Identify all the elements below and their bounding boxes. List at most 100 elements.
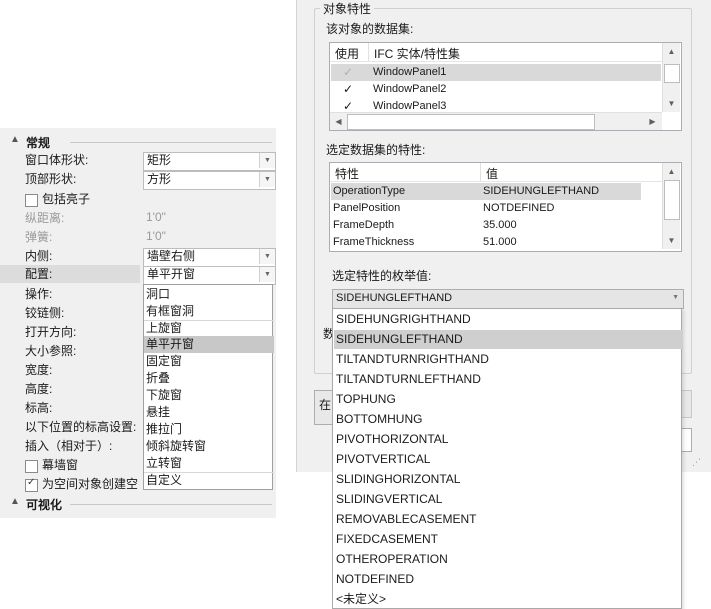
datasets-vertical-scrollbar[interactable]: ▲ ▼ bbox=[662, 43, 680, 112]
scroll-down-icon[interactable]: ▼ bbox=[663, 95, 680, 112]
enum-option[interactable]: BOTTOMHUNG bbox=[334, 410, 683, 429]
section-general-title: 常规 bbox=[26, 136, 51, 150]
enum-option[interactable]: NOTDEFINED bbox=[334, 570, 683, 589]
enum-option[interactable]: FIXEDCASEMENT bbox=[334, 530, 683, 549]
section-visibility[interactable]: ▲ 可视化 bbox=[0, 496, 276, 512]
enum-option[interactable]: <未定义> bbox=[334, 590, 683, 609]
property-row[interactable]: OperationType SIDEHUNGLEFTHAND bbox=[331, 183, 641, 200]
config-option[interactable]: 推拉门 bbox=[144, 421, 274, 438]
enum-value: SIDEHUNGLEFTHAND bbox=[336, 292, 453, 304]
scrollbar-thumb[interactable] bbox=[347, 114, 595, 130]
depth-label: 纵距离: bbox=[25, 211, 65, 225]
property-row[interactable]: FrameDepth 35.000 bbox=[331, 217, 641, 234]
scrollbar-thumb[interactable] bbox=[664, 64, 680, 83]
inside-value: 墙壁右侧 bbox=[147, 249, 196, 263]
spring-label: 弹簧: bbox=[25, 230, 53, 244]
enum-option[interactable]: SLIDINGVERTICAL bbox=[334, 490, 683, 509]
curtain-wall-checkbox[interactable] bbox=[25, 460, 38, 473]
column-header-use[interactable]: 使用 bbox=[335, 45, 359, 62]
properties-label: 选定数据集的特性: bbox=[326, 143, 426, 157]
config-option[interactable]: 洞口 bbox=[144, 286, 274, 303]
collapse-icon[interactable]: ▲ bbox=[10, 496, 20, 507]
config-option[interactable]: 有框窗洞 bbox=[144, 303, 274, 321]
dataset-row[interactable]: ✓ WindowPanel1 bbox=[331, 64, 661, 81]
inside-select[interactable]: 墙壁右侧 ▼ bbox=[143, 248, 276, 267]
datasets-header: 使用 IFC 实体/特性集 bbox=[330, 43, 662, 62]
partial-button-label: 在 bbox=[319, 398, 332, 412]
config-option[interactable]: 悬挂 bbox=[144, 404, 274, 421]
top-shape-select[interactable]: 方形 ▼ bbox=[143, 171, 276, 190]
create-space-label: 为空间对象创建空 bbox=[42, 477, 139, 491]
datasets-horizontal-scrollbar[interactable]: ◀ ▶ bbox=[330, 112, 662, 130]
config-dropdown-list[interactable]: 洞口 有框窗洞 上旋窗 单平开窗 固定窗 折叠 下旋窗 悬挂 推拉门 倾斜旋转窗… bbox=[143, 284, 274, 490]
config-option[interactable]: 立转窗 bbox=[144, 455, 274, 473]
window-shape-select[interactable]: 矩形 ▼ bbox=[143, 152, 276, 171]
spring-value: 1'0" bbox=[146, 229, 166, 243]
column-divider[interactable] bbox=[480, 163, 481, 181]
enum-dropdown-list[interactable]: SIDEHUNGRIGHTHAND SIDEHUNGLEFTHAND TILTA… bbox=[332, 308, 683, 609]
config-option[interactable]: 固定窗 bbox=[144, 353, 274, 370]
enum-option[interactable]: SLIDINGHORIZONTAL bbox=[334, 470, 683, 489]
config-option[interactable]: 上旋窗 bbox=[144, 320, 274, 337]
create-space-checkbox[interactable] bbox=[25, 477, 38, 492]
chevron-down-icon[interactable]: ▼ bbox=[259, 172, 275, 187]
enum-value-select[interactable]: SIDEHUNGLEFTHAND ▼ bbox=[332, 289, 684, 309]
config-option[interactable]: 倾斜旋转窗 bbox=[144, 438, 274, 455]
dataset-checkbox-checked[interactable]: ✓ bbox=[343, 64, 353, 81]
scroll-right-icon[interactable]: ▶ bbox=[644, 113, 661, 130]
properties-header: 特性 值 bbox=[330, 163, 662, 182]
datasets-label: 该对象的数据集: bbox=[326, 22, 414, 36]
properties-vertical-scrollbar[interactable]: ▲ ▼ bbox=[662, 163, 680, 249]
height-label: 高度: bbox=[25, 382, 53, 396]
window-shape-label: 窗口体形状: bbox=[25, 153, 89, 167]
dataset-name: WindowPanel2 bbox=[373, 83, 447, 95]
dataset-checkbox-checked[interactable]: ✓ bbox=[343, 81, 353, 98]
include-mullion-checkbox[interactable] bbox=[25, 194, 38, 207]
enum-option[interactable]: TOPHUNG bbox=[334, 390, 683, 409]
chevron-down-icon[interactable]: ▼ bbox=[259, 153, 275, 168]
scroll-left-icon[interactable]: ◀ bbox=[330, 113, 347, 130]
chevron-down-icon[interactable]: ▼ bbox=[259, 267, 275, 282]
column-divider[interactable] bbox=[368, 43, 369, 61]
property-name: PanelPosition bbox=[333, 202, 401, 214]
collapse-icon[interactable]: ▲ bbox=[10, 134, 20, 145]
config-option[interactable]: 下旋窗 bbox=[144, 387, 274, 404]
insert-relative-label: 插入（相对于）: bbox=[25, 439, 113, 453]
property-row[interactable]: FrameThickness 51.000 bbox=[331, 234, 641, 251]
property-row[interactable]: PanelPosition NOTDEFINED bbox=[331, 200, 641, 217]
enum-option[interactable]: REMOVABLECASEMENT bbox=[334, 510, 683, 529]
column-header-entity[interactable]: IFC 实体/特性集 bbox=[374, 45, 460, 62]
properties-list[interactable]: 特性 值 OperationType SIDEHUNGLEFTHAND Pane… bbox=[329, 162, 682, 252]
chevron-down-icon[interactable]: ▼ bbox=[672, 290, 679, 306]
size-reference-label: 大小参照: bbox=[25, 344, 77, 358]
chevron-down-icon[interactable]: ▼ bbox=[259, 249, 275, 264]
config-value: 单平开窗 bbox=[147, 267, 196, 281]
resize-grip-icon[interactable]: ⋰ bbox=[692, 457, 701, 468]
enum-option[interactable]: TILTANDTURNRIGHTHAND bbox=[334, 350, 683, 369]
section-general[interactable]: ▲ 常规 bbox=[0, 134, 276, 150]
scrollbar-thumb[interactable] bbox=[664, 180, 680, 220]
column-header-value[interactable]: 值 bbox=[486, 165, 498, 182]
enum-option[interactable]: PIVOTVERTICAL bbox=[334, 450, 683, 469]
scroll-down-icon[interactable]: ▼ bbox=[663, 232, 680, 249]
column-header-property[interactable]: 特性 bbox=[335, 165, 359, 182]
group-title: 对象特性 bbox=[320, 0, 375, 17]
config-option[interactable]: 自定义 bbox=[144, 472, 274, 489]
config-select[interactable]: 单平开窗 ▼ bbox=[143, 266, 276, 285]
config-option-selected[interactable]: 单平开窗 bbox=[144, 336, 274, 353]
window-shape-value: 矩形 bbox=[147, 153, 172, 167]
enum-option[interactable]: SIDEHUNGRIGHTHAND bbox=[334, 310, 683, 329]
enum-option[interactable]: TILTANDTURNLEFTHAND bbox=[334, 370, 683, 389]
elevation-setting-label: 以下位置的标高设置: bbox=[25, 420, 137, 434]
dataset-row[interactable]: ✓ WindowPanel2 bbox=[331, 81, 661, 98]
datasets-list[interactable]: 使用 IFC 实体/特性集 ✓ WindowPanel1 ✓ WindowPan… bbox=[329, 42, 682, 131]
scroll-up-icon[interactable]: ▲ bbox=[663, 163, 680, 180]
scroll-up-icon[interactable]: ▲ bbox=[663, 43, 680, 60]
config-row-highlight bbox=[0, 265, 140, 283]
enum-option[interactable]: PIVOTHORIZONTAL bbox=[334, 430, 683, 449]
elevation-label: 标高: bbox=[25, 401, 53, 415]
config-option[interactable]: 折叠 bbox=[144, 370, 274, 387]
enum-option-selected[interactable]: SIDEHUNGLEFTHAND bbox=[334, 330, 683, 349]
enum-option[interactable]: OTHEROPERATION bbox=[334, 550, 683, 569]
property-value: SIDEHUNGLEFTHAND bbox=[483, 185, 600, 197]
